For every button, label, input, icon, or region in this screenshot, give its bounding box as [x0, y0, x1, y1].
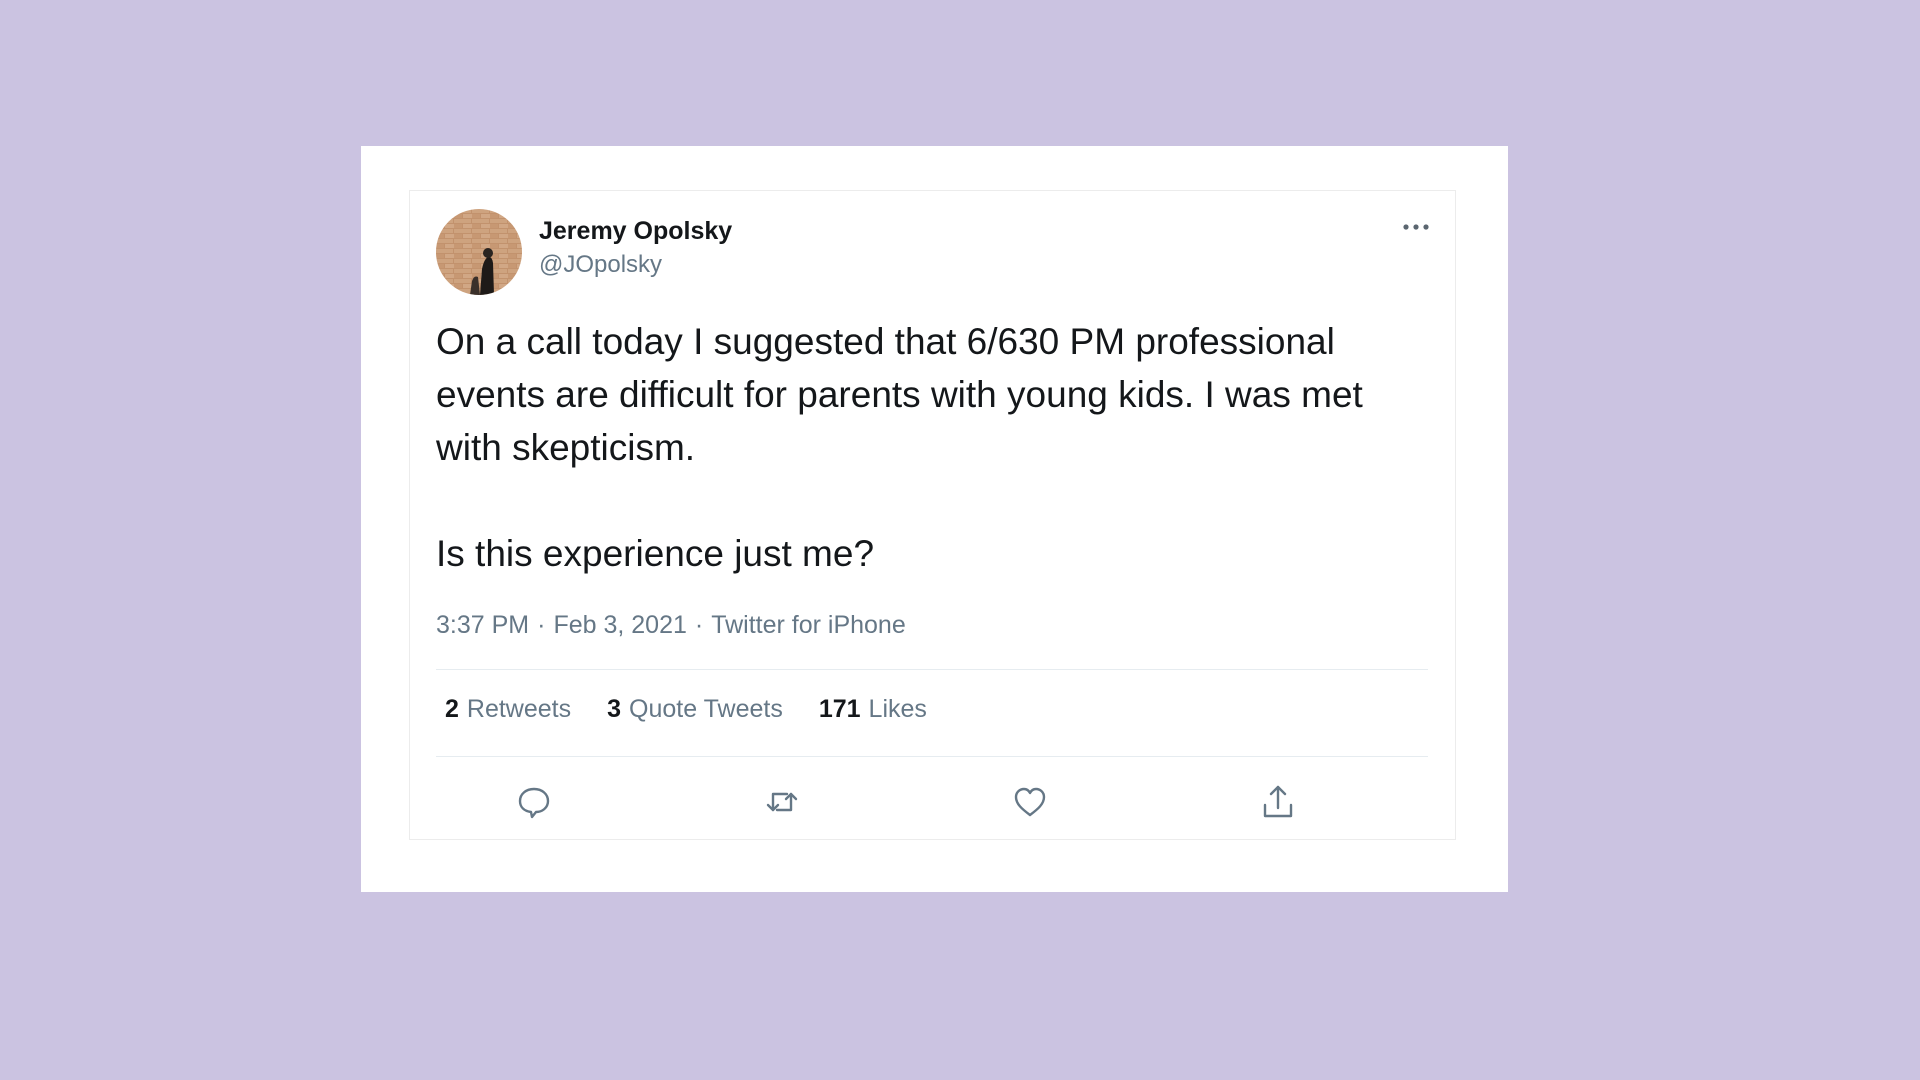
tweet-actions	[410, 780, 1455, 824]
quote-tweets-label: Quote Tweets	[629, 695, 783, 723]
divider	[436, 756, 1428, 757]
retweet-icon[interactable]	[760, 780, 804, 824]
meta-separator: ·	[694, 611, 704, 639]
like-icon[interactable]	[1008, 780, 1052, 824]
likes-label: Likes	[868, 695, 927, 723]
screenshot-frame: Jeremy Opolsky @JOpolsky On a call today…	[361, 146, 1508, 892]
ellipsis-icon[interactable]	[1398, 217, 1434, 237]
tweet-meta: 3:37 PM · Feb 3, 2021 · Twitter for iPhone	[436, 611, 906, 640]
tweet-stats: 2 Retweets 3 Quote Tweets 171 Likes	[445, 695, 927, 724]
tweet-source[interactable]: Twitter for iPhone	[711, 611, 906, 639]
share-icon[interactable]	[1256, 780, 1300, 824]
avatar-photo	[436, 209, 522, 295]
tweet-card: Jeremy Opolsky @JOpolsky On a call today…	[409, 190, 1456, 840]
retweets-stat[interactable]: 2 Retweets	[445, 695, 571, 724]
meta-separator: ·	[537, 611, 546, 639]
author-handle[interactable]: @JOpolsky	[539, 251, 662, 279]
avatar[interactable]	[436, 209, 522, 295]
quote-tweets-count: 3	[607, 695, 622, 723]
retweets-label: Retweets	[466, 695, 572, 723]
quote-tweets-stat[interactable]: 3 Quote Tweets	[607, 695, 783, 724]
retweets-count: 2	[445, 695, 459, 723]
likes-count: 171	[818, 695, 861, 723]
tweet-time[interactable]: 3:37 PM	[436, 611, 529, 639]
reply-icon[interactable]	[512, 780, 556, 824]
author-name[interactable]: Jeremy Opolsky	[539, 217, 732, 246]
tweet-date[interactable]: Feb 3, 2021	[553, 611, 686, 639]
divider	[436, 669, 1428, 670]
likes-stat[interactable]: 171 Likes	[819, 695, 927, 724]
tweet-text: On a call today I suggested that 6/630 P…	[436, 321, 1363, 574]
